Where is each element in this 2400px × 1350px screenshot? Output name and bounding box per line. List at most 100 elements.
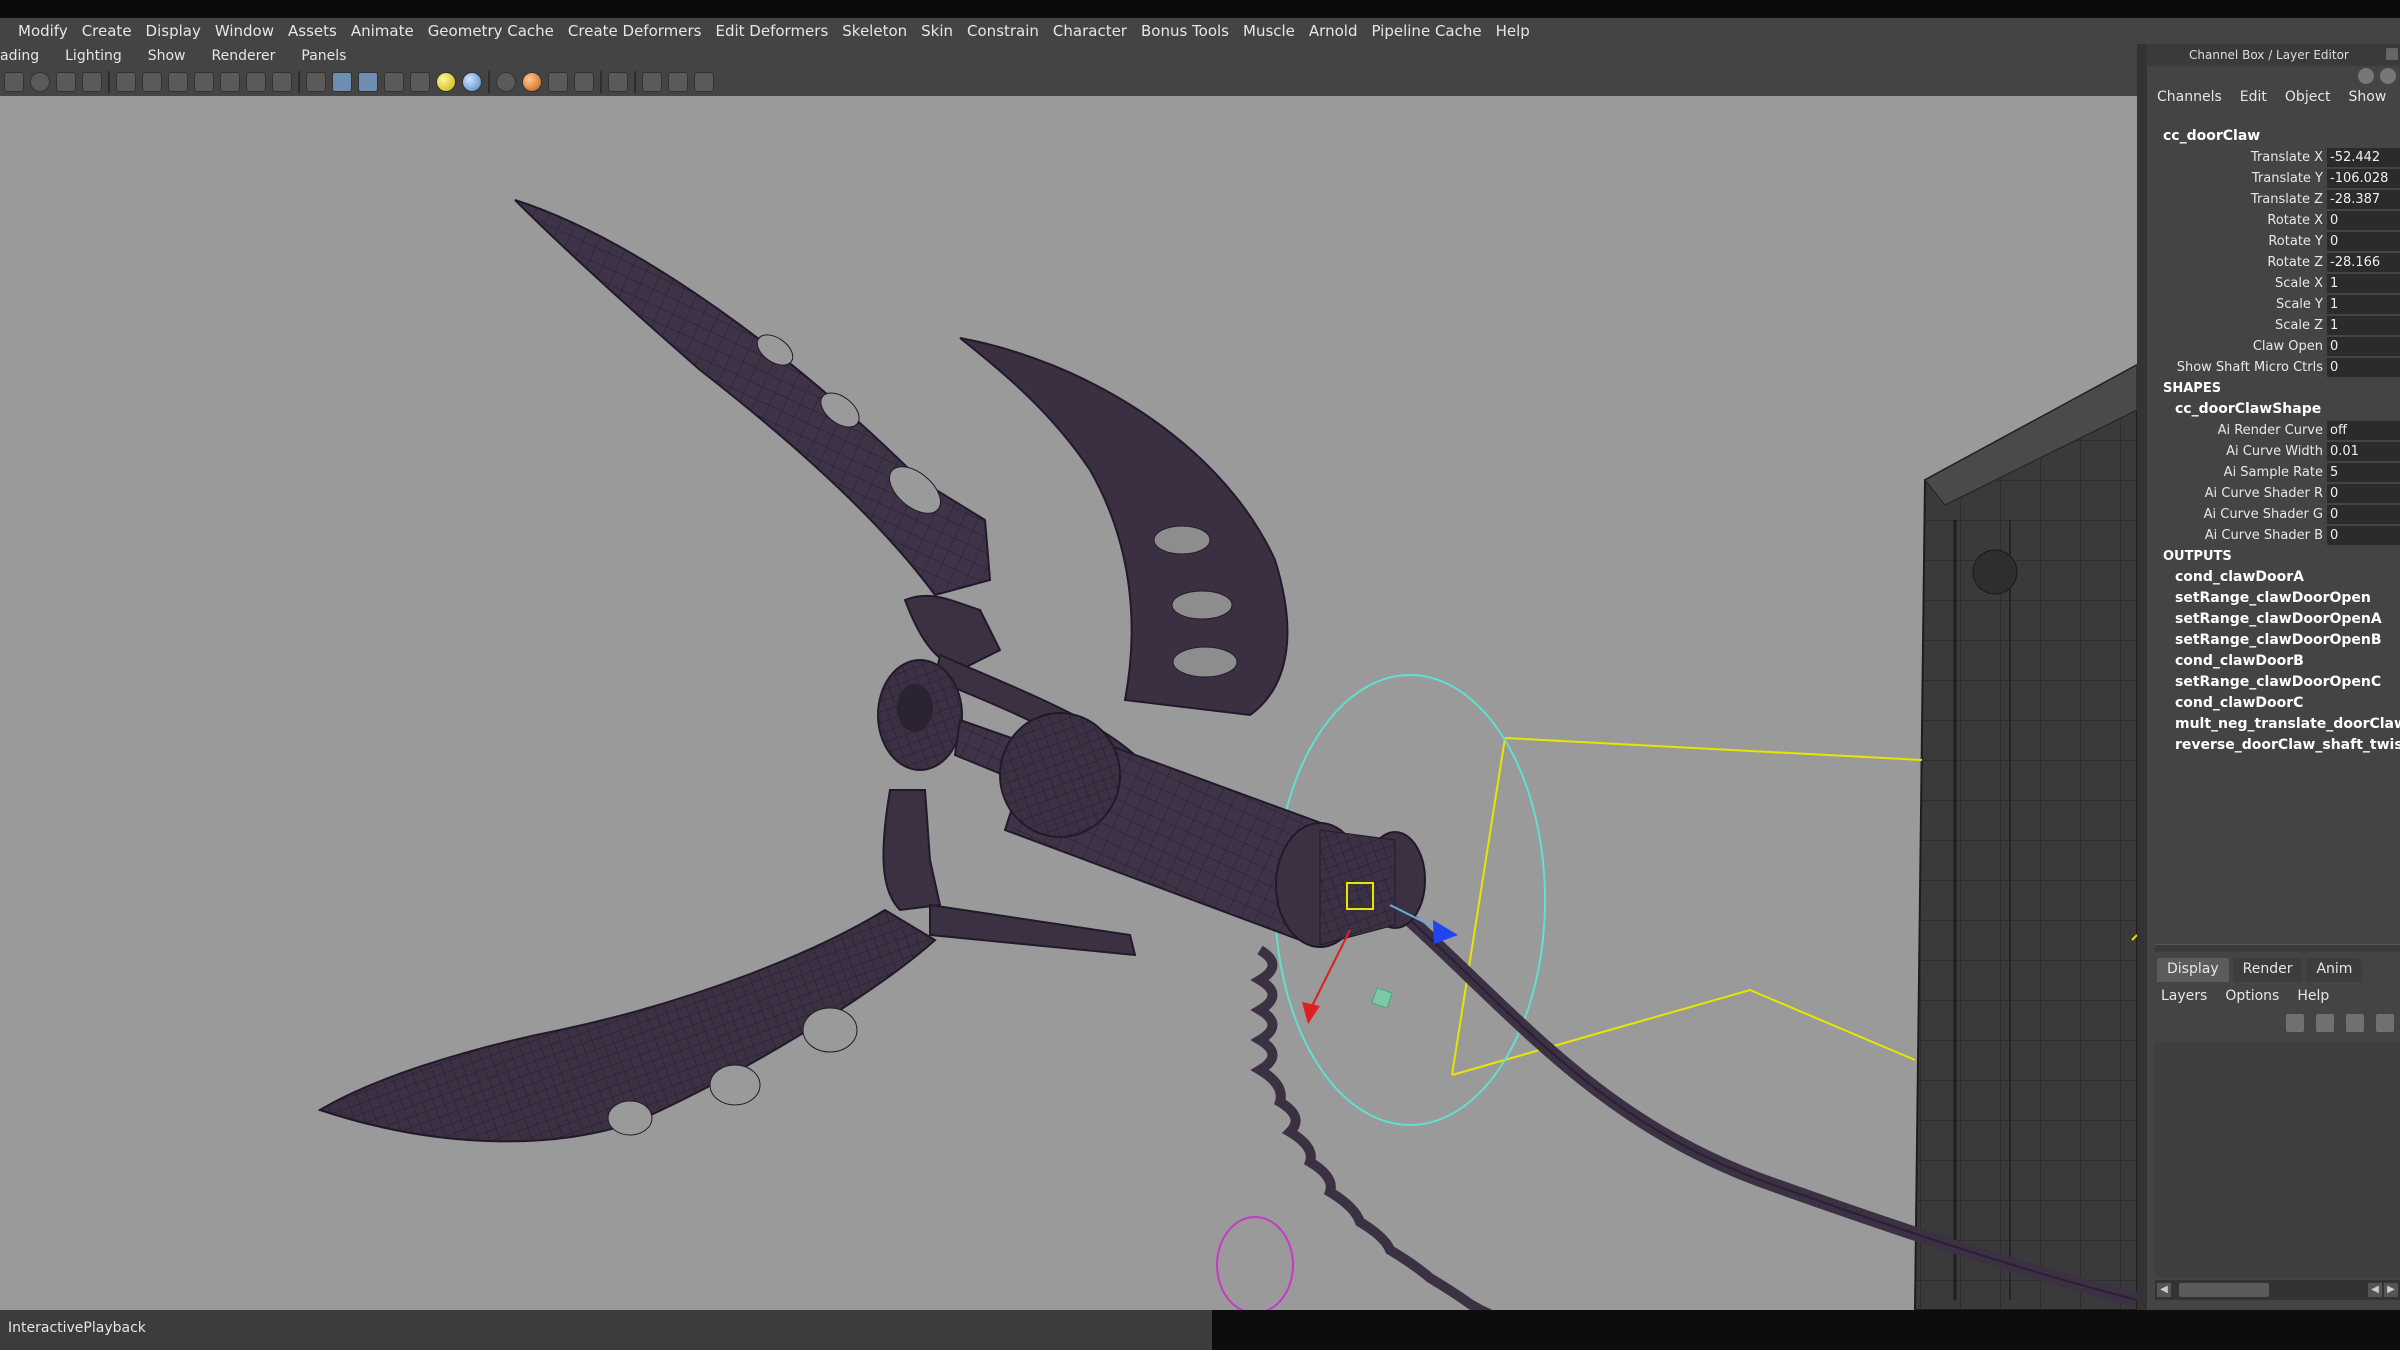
panel-menu-renderer[interactable]: Renderer bbox=[212, 48, 276, 64]
layer-horizontal-scrollbar[interactable]: ◀ ◀ ▶ bbox=[2155, 1280, 2400, 1300]
safe-area-icon[interactable] bbox=[194, 72, 214, 92]
panel-menu-shading[interactable]: ading bbox=[0, 48, 39, 64]
cb-menu-object[interactable]: Object bbox=[2285, 89, 2331, 105]
field-chart-icon[interactable] bbox=[220, 72, 240, 92]
tab-anim[interactable]: Anim bbox=[2306, 958, 2363, 982]
claw-blade-upper-right[interactable] bbox=[959, 337, 1289, 717]
panel-splitter[interactable] bbox=[2137, 44, 2147, 1310]
light-icon[interactable] bbox=[436, 72, 456, 92]
move-layer-down-icon[interactable] bbox=[2316, 1014, 2334, 1032]
attr-value[interactable]: 1 bbox=[2327, 316, 2400, 335]
menu-help[interactable]: Help bbox=[1496, 22, 1544, 40]
menu-create-deformers[interactable]: Create Deformers bbox=[568, 22, 716, 40]
attr-value[interactable]: 0 bbox=[2327, 232, 2400, 251]
menu-skin[interactable]: Skin bbox=[921, 22, 967, 40]
translate-y-arrow[interactable] bbox=[1302, 1002, 1320, 1024]
attr-row[interactable]: Rotate X 0 bbox=[2155, 210, 2400, 231]
antialias-icon[interactable] bbox=[548, 72, 568, 92]
claw-cylinder-body[interactable] bbox=[999, 712, 1426, 948]
tab-render[interactable]: Render bbox=[2232, 958, 2303, 982]
menu-skeleton[interactable]: Skeleton bbox=[842, 22, 921, 40]
isolate-icon[interactable] bbox=[272, 72, 292, 92]
grid-icon[interactable] bbox=[116, 72, 136, 92]
shape-attr-row[interactable]: Ai Curve Shader R 0 bbox=[2155, 483, 2400, 504]
attr-row[interactable]: Translate X -52.442 bbox=[2155, 147, 2400, 168]
menu-assets[interactable]: Assets bbox=[288, 22, 351, 40]
output-node[interactable]: mult_neg_translate_doorClaw bbox=[2155, 714, 2400, 735]
attr-value[interactable]: 0 bbox=[2327, 526, 2400, 545]
key-icon[interactable] bbox=[4, 72, 24, 92]
spring-coil-mesh[interactable] bbox=[1250, 945, 1520, 1310]
scroll-left-icon[interactable]: ◀ bbox=[2368, 1283, 2382, 1297]
float-panel-icon[interactable] bbox=[2386, 48, 2398, 60]
panel-menu-panels[interactable]: Panels bbox=[301, 48, 346, 64]
output-node[interactable]: setRange_clawDoorOpen bbox=[2155, 588, 2400, 609]
attr-value[interactable]: -28.387 bbox=[2327, 190, 2400, 209]
wireframe-icon[interactable] bbox=[306, 72, 326, 92]
resolution-gate-icon[interactable] bbox=[168, 72, 188, 92]
menu-constrain[interactable]: Constrain bbox=[967, 22, 1053, 40]
attr-row[interactable]: Translate Y -106.028 bbox=[2155, 168, 2400, 189]
menu-create[interactable]: Create bbox=[82, 22, 146, 40]
attr-row[interactable]: Scale Z 1 bbox=[2155, 315, 2400, 336]
shape-attr-row[interactable]: Ai Sample Rate 5 bbox=[2155, 462, 2400, 483]
scroll-right-icon[interactable]: ▶ bbox=[2384, 1283, 2398, 1297]
speed-icon[interactable] bbox=[2380, 68, 2396, 84]
cb-menu-channels[interactable]: Channels bbox=[2157, 89, 2222, 105]
channel-layer-splitter[interactable] bbox=[2155, 944, 2400, 952]
menu-muscle[interactable]: Muscle bbox=[1243, 22, 1309, 40]
frame-icon[interactable] bbox=[668, 72, 688, 92]
attr-value[interactable]: 0 bbox=[2327, 211, 2400, 230]
output-node[interactable]: cond_clawDoorC bbox=[2155, 693, 2400, 714]
attr-row[interactable]: Claw Open 0 bbox=[2155, 336, 2400, 357]
3d-viewport[interactable] bbox=[0, 96, 2137, 1310]
attr-row[interactable]: Scale Y 1 bbox=[2155, 294, 2400, 315]
attr-value[interactable]: -28.166 bbox=[2327, 253, 2400, 272]
checker-icon[interactable] bbox=[410, 72, 430, 92]
cb-menu-edit[interactable]: Edit bbox=[2240, 89, 2267, 105]
attr-value[interactable]: -106.028 bbox=[2327, 169, 2400, 188]
manipulator-icon[interactable] bbox=[2358, 68, 2374, 84]
cube-icon[interactable] bbox=[642, 72, 662, 92]
shape-node-name[interactable]: cc_doorClawShape bbox=[2155, 399, 2400, 420]
layer-menu-options[interactable]: Options bbox=[2225, 988, 2279, 1004]
menu-pipeline-cache[interactable]: Pipeline Cache bbox=[1371, 22, 1495, 40]
shaft-control-circle[interactable] bbox=[1216, 1216, 1294, 1310]
output-node[interactable]: setRange_clawDoorOpenA bbox=[2155, 609, 2400, 630]
share-icon[interactable] bbox=[694, 72, 714, 92]
attr-value[interactable]: 0 bbox=[2327, 337, 2400, 356]
shadow-icon[interactable] bbox=[462, 72, 482, 92]
scroll-left-icon[interactable]: ◀ bbox=[2157, 1283, 2171, 1297]
move-layer-up-icon[interactable] bbox=[2286, 1014, 2304, 1032]
claw-blade-upper-left[interactable] bbox=[514, 199, 992, 597]
attr-value[interactable]: 0.01 bbox=[2327, 442, 2400, 461]
claw-hub-disc[interactable] bbox=[877, 659, 963, 771]
shape-attr-row[interactable]: Ai Curve Width 0.01 bbox=[2155, 441, 2400, 462]
camera-icon[interactable] bbox=[574, 72, 594, 92]
magnet-icon[interactable] bbox=[82, 72, 102, 92]
rotate-handle[interactable] bbox=[1371, 987, 1393, 1009]
film-gate-icon[interactable] bbox=[142, 72, 162, 92]
bounding-box-icon[interactable] bbox=[608, 72, 628, 92]
attr-value[interactable]: 0 bbox=[2327, 484, 2400, 503]
menu-window[interactable]: Window bbox=[215, 22, 288, 40]
menu-arnold[interactable]: Arnold bbox=[1309, 22, 1372, 40]
layer-list[interactable] bbox=[2155, 1042, 2400, 1277]
attr-row[interactable]: Scale X 1 bbox=[2155, 273, 2400, 294]
output-node[interactable]: setRange_clawDoorOpenB bbox=[2155, 630, 2400, 651]
new-empty-layer-icon[interactable] bbox=[2346, 1014, 2364, 1032]
output-node[interactable]: reverse_doorClaw_shaft_twist bbox=[2155, 735, 2400, 756]
panel-menu-lighting[interactable]: Lighting bbox=[65, 48, 122, 64]
attr-value[interactable]: 1 bbox=[2327, 295, 2400, 314]
cb-menu-show[interactable]: Show bbox=[2349, 89, 2387, 105]
attr-value[interactable]: off bbox=[2327, 421, 2400, 440]
pen-icon[interactable] bbox=[56, 72, 76, 92]
menu-bonus-tools[interactable]: Bonus Tools bbox=[1141, 22, 1243, 40]
layer-menu-layers[interactable]: Layers bbox=[2161, 988, 2207, 1004]
refresh-icon[interactable] bbox=[30, 72, 50, 92]
scrollbar-thumb[interactable] bbox=[2179, 1283, 2269, 1297]
attr-row[interactable]: Show Shaft Micro Ctrls 0 bbox=[2155, 357, 2400, 378]
motion-blur-icon[interactable] bbox=[522, 72, 542, 92]
viewport-scene[interactable] bbox=[0, 96, 2137, 1310]
shape-attr-row[interactable]: Ai Curve Shader G 0 bbox=[2155, 504, 2400, 525]
